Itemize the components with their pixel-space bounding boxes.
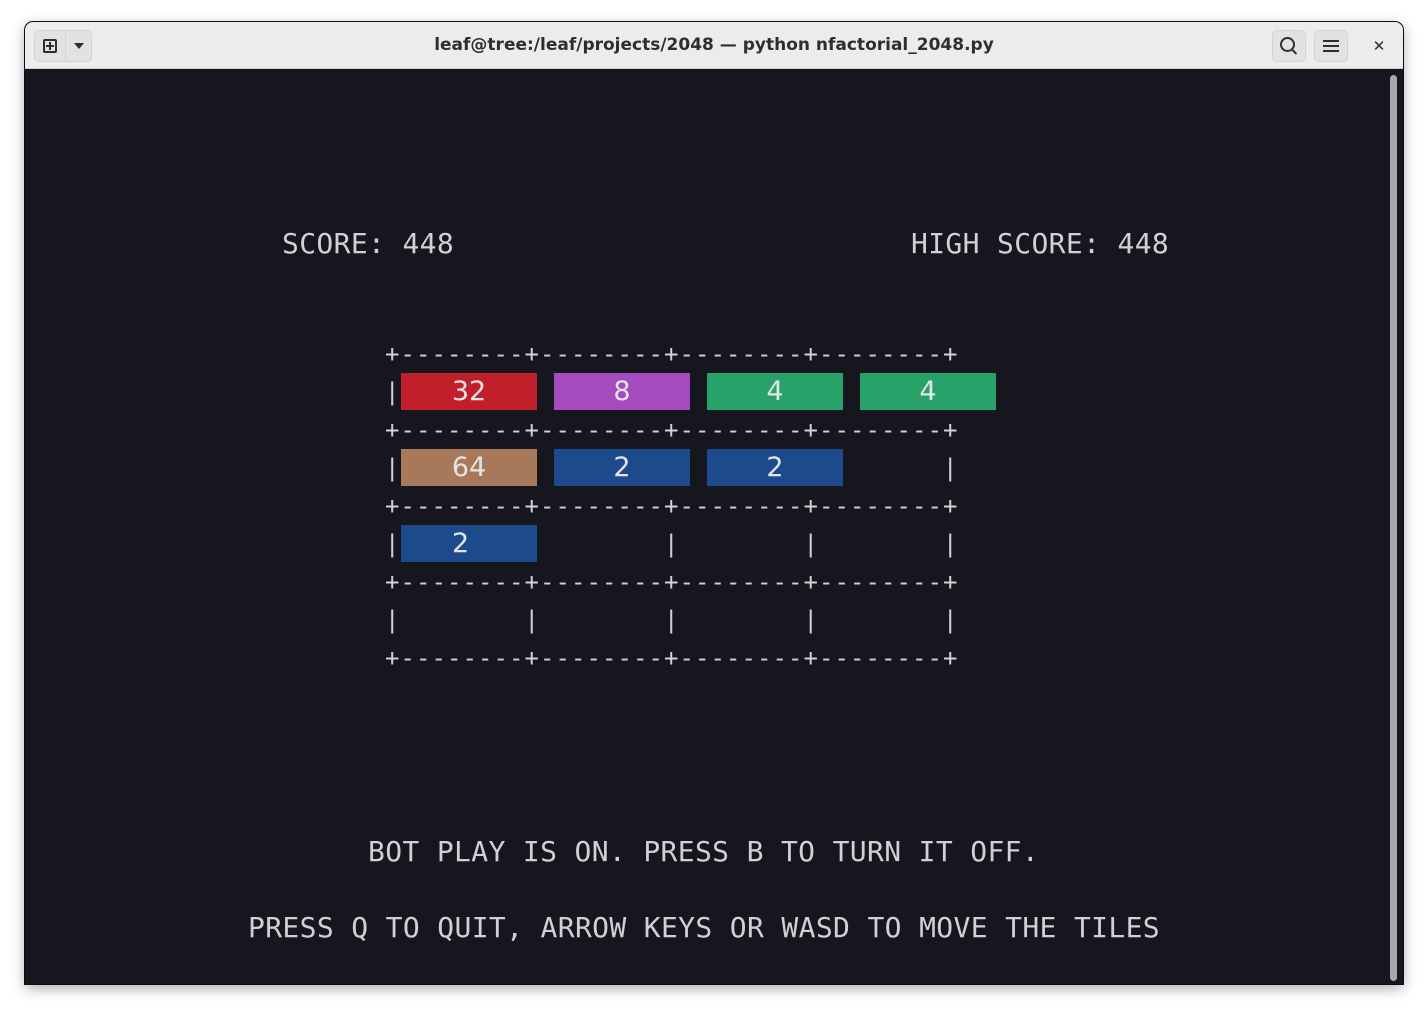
tile: 4 [860,373,996,410]
search-button[interactable] [1272,30,1306,62]
board-row-line: | | | | | [385,606,959,634]
bot-status-message: BOT PLAY IS ON. PRESS B TO TURN IT OFF. [368,835,1040,868]
board-separator-line: +--------+--------+--------+--------+ [385,492,959,520]
board-separator-line: +--------+--------+--------+--------+ [385,568,959,596]
close-button[interactable]: ✕ [1364,30,1394,62]
tile: 2 [401,525,537,562]
tile: 32 [401,373,537,410]
board-separator-line: +--------+--------+--------+--------+ [385,416,959,444]
tile: 8 [554,373,690,410]
terminal-area[interactable]: SCORE: 448 HIGH SCORE: 448 +--------+---… [25,69,1403,984]
close-icon: ✕ [1372,37,1386,55]
search-icon [1280,37,1295,52]
board-separator-line: +--------+--------+--------+--------+ [385,644,959,672]
menu-button[interactable] [1314,30,1348,62]
high-score-display: HIGH SCORE: 448 [911,227,1170,260]
tile: 2 [707,449,843,486]
board-separator-line: +--------+--------+--------+--------+ [385,340,959,368]
window-title: leaf@tree:/leaf/projects/2048 — python n… [434,35,994,55]
tile: 64 [401,449,537,486]
score-display: SCORE: 448 [282,227,455,260]
controls-help-message: PRESS Q TO QUIT, ARROW KEYS OR WASD TO M… [248,911,1160,944]
titlebar: leaf@tree:/leaf/projects/2048 — python n… [25,22,1403,69]
tile: 4 [707,373,843,410]
terminal-window: leaf@tree:/leaf/projects/2048 — python n… [25,22,1403,984]
scrollbar[interactable] [1390,75,1397,981]
hamburger-menu-icon [1323,40,1339,52]
tile: 2 [554,449,690,486]
